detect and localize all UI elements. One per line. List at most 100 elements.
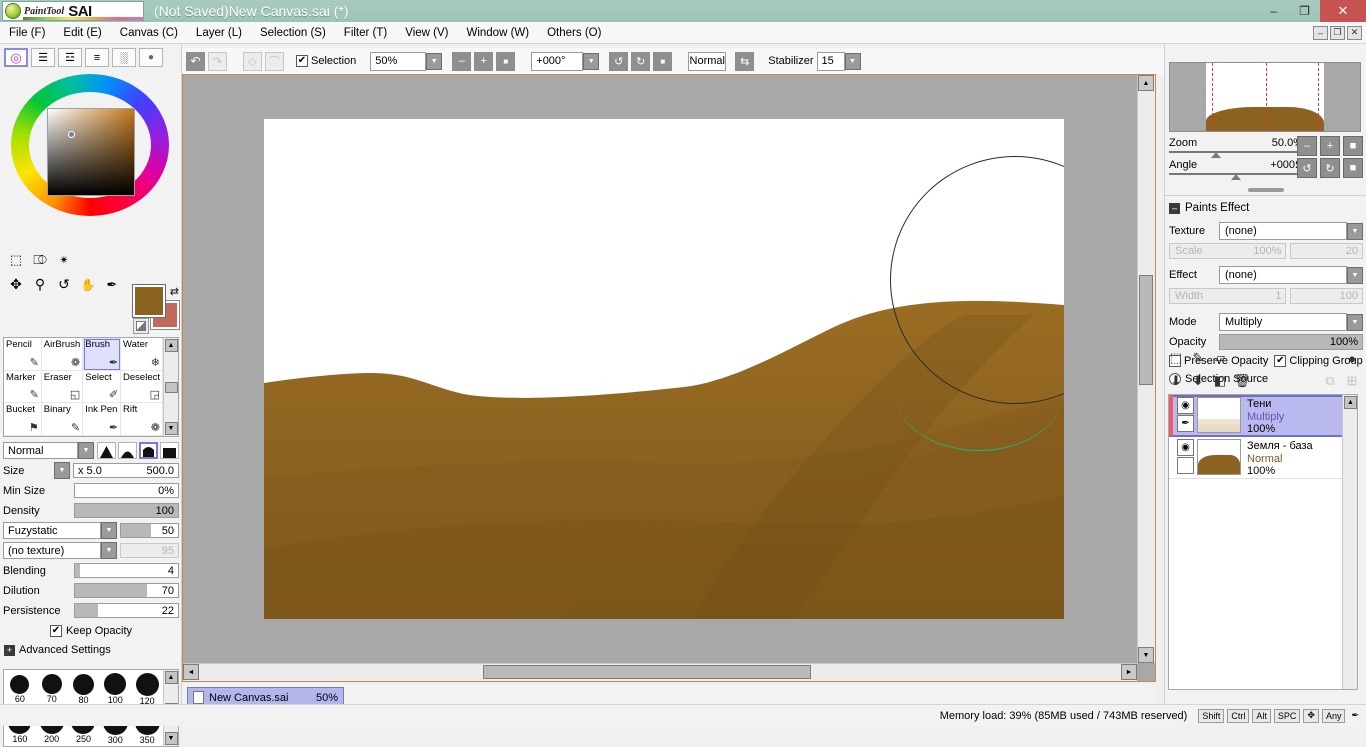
brush-airbrush[interactable]: AirBrush ❁ — [41, 338, 84, 371]
canvas-vscroll-thumb[interactable] — [1139, 275, 1153, 385]
size-preset[interactable]: 80 — [68, 670, 100, 708]
keep-opacity-row[interactable]: ✔ Keep Opacity — [3, 621, 179, 640]
sv-marker[interactable] — [68, 131, 75, 138]
minimize-button[interactable]: – — [1258, 0, 1289, 22]
hand-tool[interactable]: ✋ — [76, 272, 100, 297]
zoom-value[interactable]: 50% — [370, 51, 427, 71]
artwork-canvas[interactable] — [264, 119, 1064, 619]
expand-icon[interactable]: + — [4, 644, 15, 656]
scroll-up-icon[interactable]: ▲ — [164, 339, 178, 352]
size-preset[interactable]: 100 — [99, 670, 131, 708]
undo-button[interactable]: ↶ — [186, 51, 205, 71]
canvas-vertical-scrollbar[interactable]: ▲ ▼ — [1137, 75, 1155, 663]
mdi-restore-button[interactable]: ❐ — [1330, 25, 1345, 40]
new-folder-icon[interactable]: ▱ — [1212, 350, 1228, 366]
mdi-minimize-button[interactable]: – — [1313, 25, 1328, 40]
eyedropper-tool[interactable]: ✒ — [100, 272, 124, 297]
layer-lock-icon[interactable] — [1177, 457, 1194, 474]
zoom-tool[interactable]: ⚲ — [28, 272, 52, 297]
preset-scroll-up-icon[interactable]: ▲ — [164, 671, 178, 684]
brush-texture-control[interactable]: (no texture) ▼ — [3, 542, 117, 559]
brush-list-scrollbar[interactable]: ▲ ▼ — [163, 338, 178, 436]
layer-lock-icon[interactable]: ✒ — [1177, 415, 1194, 432]
preset-scroll-down-icon[interactable]: ▼ — [164, 732, 178, 745]
texture-amount-slider[interactable]: 20 — [1290, 243, 1363, 259]
redo-button[interactable]: ↷ — [208, 51, 227, 71]
effect-amount-slider[interactable]: 100 — [1290, 288, 1363, 304]
texture-scale-slider[interactable]: Scale 100% — [1169, 243, 1287, 259]
layer-list-scrollbar[interactable]: ▲ — [1342, 395, 1357, 689]
blend-mode-dropdown-arrow[interactable]: ▼ — [78, 442, 94, 459]
move-tool[interactable]: ✥ — [4, 272, 28, 297]
brush-pencil[interactable]: Pencil ✎ — [4, 338, 42, 371]
nav-rotate-reset-button[interactable]: ■ — [1343, 158, 1363, 178]
brush-inkpen[interactable]: Ink Pen ✒ — [83, 403, 122, 436]
rgb-slider-tab[interactable]: ☰ — [31, 48, 55, 67]
stabilizer-value[interactable]: 15 — [816, 51, 845, 71]
collapse-icon[interactable]: – — [1169, 202, 1180, 214]
menu-window[interactable]: Window (W) — [457, 25, 538, 41]
brush-bucket[interactable]: Bucket ⚑ — [4, 403, 42, 436]
stabilizer-dropdown-arrow[interactable]: ▼ — [844, 52, 861, 70]
scratchpad-tab[interactable]: ● — [139, 48, 163, 67]
layer-visibility-icon[interactable]: ◉ — [1177, 439, 1194, 456]
empty-tool-slot-1[interactable] — [76, 247, 100, 272]
menu-others[interactable]: Others (O) — [538, 25, 610, 41]
effect-value[interactable]: (none) — [1219, 266, 1347, 284]
brush-water[interactable]: Water ❄ — [121, 338, 163, 371]
view-mode-value[interactable]: Normal — [688, 51, 727, 71]
delete-layer-icon[interactable]: 🗑 — [1234, 373, 1251, 389]
restore-button[interactable]: ❐ — [1289, 0, 1320, 22]
canvas-scroll-right-icon[interactable]: ► — [1121, 664, 1137, 680]
angle-dropdown-arrow[interactable]: ▼ — [583, 52, 600, 70]
gradient-tab[interactable]: ≡ — [85, 48, 109, 67]
empty-tool-slot-2[interactable] — [100, 247, 124, 272]
canvas-scroll-left-icon[interactable]: ◄ — [183, 664, 199, 680]
zoom-slider-track[interactable] — [1169, 151, 1307, 153]
menu-selection[interactable]: Selection (S) — [251, 25, 335, 41]
texture-value[interactable]: (none) — [1219, 222, 1347, 240]
flip-view-button[interactable]: ⇆ — [735, 51, 755, 71]
size-slider[interactable]: x 5.0 500.0 — [73, 463, 179, 478]
sharp-edge-button[interactable] — [97, 442, 116, 459]
menu-canvas[interactable]: Canvas (C) — [111, 25, 187, 41]
canvas-horizontal-scrollbar[interactable]: ◄ ► — [183, 663, 1137, 681]
new-linework-layer-icon[interactable]: ✎ — [1190, 350, 1206, 366]
menu-filter[interactable]: Filter (T) — [335, 25, 396, 41]
zoom-dropdown-arrow[interactable]: ▼ — [426, 52, 443, 70]
layer-visibility-icon[interactable]: ◉ — [1177, 397, 1194, 414]
layer-row[interactable]: ◉ ✒ Тени Multiply 100% — [1169, 395, 1357, 437]
blend-mode-value[interactable]: Normal — [3, 442, 78, 459]
flat-edge-button[interactable] — [139, 442, 158, 459]
zoom-in-button[interactable]: + — [474, 51, 494, 71]
canvas-scroll-up-icon[interactable]: ▲ — [1138, 75, 1154, 91]
brush-binary[interactable]: Binary ✎ — [41, 403, 84, 436]
minsize-slider[interactable]: 0% — [74, 483, 179, 498]
zoom-reset-button[interactable]: ■ — [496, 51, 516, 71]
brush-shape-control[interactable]: Fuzystatic ▼ — [3, 522, 117, 539]
effect-dropdown-arrow[interactable]: ▼ — [1347, 266, 1363, 284]
selection-checkbox[interactable]: ✔ — [296, 55, 308, 67]
layer-mode-value[interactable]: Multiply — [1219, 313, 1347, 331]
brush-texture-dropdown-arrow[interactable]: ▼ — [101, 542, 117, 559]
color-wheel-tab[interactable]: ◎ — [4, 48, 28, 67]
size-preset[interactable]: 60 — [4, 670, 36, 708]
angle-value[interactable]: +000° — [531, 51, 584, 71]
effect-control[interactable]: (none) ▼ — [1219, 266, 1363, 284]
nav-rotate-ccw-button[interactable]: ↺ — [1297, 158, 1317, 178]
saturation-value-square[interactable] — [47, 108, 135, 196]
brush-marker[interactable]: Marker ✎ — [4, 370, 42, 404]
menu-view[interactable]: View (V) — [396, 25, 457, 41]
canvas-hscroll-thumb[interactable] — [483, 665, 811, 679]
nav-zoom-in-button[interactable]: + — [1320, 136, 1340, 156]
brush-scroll-thumb[interactable] — [164, 381, 178, 393]
layer-mask-icon[interactable]: ● — [1344, 350, 1360, 366]
layer-mode-control[interactable]: Multiply ▼ — [1219, 313, 1363, 331]
rotate-reset-button[interactable]: ■ — [653, 51, 673, 71]
brush-deselect[interactable]: Deselect ◲ — [121, 370, 163, 404]
rotate-cw-button[interactable]: ↻ — [631, 51, 651, 71]
size-dropdown-arrow[interactable]: ▼ — [54, 462, 70, 479]
size-preset[interactable]: 70 — [36, 670, 68, 708]
layer-row[interactable]: ◉ Земля - база Normal 100% — [1169, 437, 1357, 479]
merge-down-icon[interactable]: ⬇ — [1168, 373, 1184, 389]
